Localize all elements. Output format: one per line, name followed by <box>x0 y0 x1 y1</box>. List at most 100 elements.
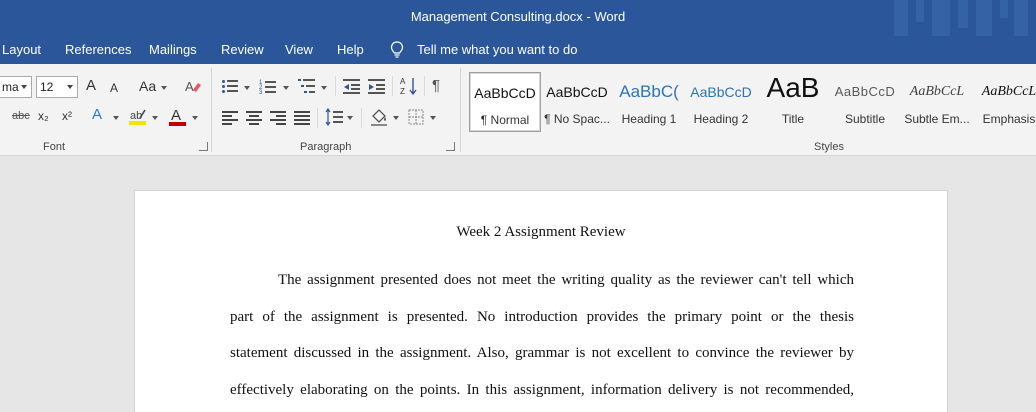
ribbon-tabs: Layout References Mailings Review View H… <box>0 36 1036 64</box>
style-name: Subtle Em... <box>904 112 970 126</box>
font-size-value: 12 <box>40 80 54 94</box>
bullets-icon[interactable] <box>222 79 238 93</box>
align-center-icon[interactable] <box>246 110 262 125</box>
align-left-icon[interactable] <box>222 110 238 125</box>
paragraph-dialog-launcher-icon[interactable] <box>446 142 455 151</box>
change-case-button[interactable]: Aa <box>139 76 156 98</box>
shading-icon[interactable] <box>370 107 388 127</box>
decrease-indent-icon[interactable] <box>343 78 361 94</box>
align-right-icon[interactable] <box>270 110 286 125</box>
font-name-value: ma <box>2 80 19 94</box>
separator <box>392 76 393 96</box>
show-formatting-marks-button[interactable]: ¶ <box>432 76 440 98</box>
tab-references[interactable]: References <box>65 42 131 57</box>
title-bar: Management Consulting.docx - Word <box>0 0 1036 36</box>
style-name: Emphasis <box>982 112 1036 126</box>
chevron-down-icon[interactable] <box>67 85 73 89</box>
chevron-down-icon[interactable] <box>393 116 399 120</box>
style-title[interactable]: AaB Title <box>757 72 829 132</box>
paragraph-line: part of the assignment is presented. No … <box>230 309 854 325</box>
svg-text:Z: Z <box>400 87 405 96</box>
title-bar-decoration <box>886 0 1036 36</box>
document-title: Week 2 Assignment Review <box>456 224 626 240</box>
numbering-icon[interactable]: 1 2 3 <box>259 78 277 94</box>
font-color-icon[interactable]: A <box>168 106 188 128</box>
paragraph-line: effectively elaborating on the points. I… <box>230 382 854 398</box>
font-size-combo[interactable]: 12 <box>36 76 78 98</box>
separator <box>335 76 336 96</box>
style-normal[interactable]: AaBbCcD ¶ Normal <box>469 72 541 132</box>
multilevel-list-icon[interactable] <box>298 78 316 94</box>
style-sample: AaBbC( <box>619 82 679 101</box>
clear-formatting-icon[interactable]: A <box>184 78 202 94</box>
style-name: Subtitle <box>844 112 886 126</box>
chevron-down-icon[interactable] <box>283 86 289 90</box>
borders-icon[interactable] <box>408 109 424 125</box>
tab-review[interactable]: Review <box>221 42 264 57</box>
chevron-down-icon[interactable] <box>244 86 250 90</box>
sort-icon[interactable]: A Z <box>400 76 418 96</box>
font-dialog-launcher-icon[interactable] <box>199 142 208 151</box>
svg-text:A: A <box>185 79 194 94</box>
justify-icon[interactable] <box>294 110 310 125</box>
document-area: Week 2 Assignment Review The assignment … <box>0 157 1036 412</box>
chevron-down-icon[interactable] <box>152 116 158 120</box>
style-name: ¶ Normal <box>480 113 530 127</box>
svg-text:A: A <box>171 107 181 124</box>
chevron-down-icon[interactable] <box>113 116 119 120</box>
separator <box>361 108 362 128</box>
tab-layout[interactable]: Layout <box>2 42 41 57</box>
group-separator <box>460 68 461 152</box>
styles-group-label: Styles <box>814 141 844 153</box>
tab-help[interactable]: Help <box>337 42 364 57</box>
separator <box>317 108 318 128</box>
chevron-down-icon[interactable] <box>430 116 436 120</box>
font-name-combo[interactable]: ma <box>0 76 32 98</box>
tab-view[interactable]: View <box>285 42 313 57</box>
tell-me-search[interactable]: Tell me what you want to do <box>417 42 577 57</box>
document-page[interactable]: Week 2 Assignment Review The assignment … <box>134 190 948 412</box>
paragraph-line: statement discussed in the assignment. A… <box>230 345 854 361</box>
svg-text:3: 3 <box>259 90 263 94</box>
ribbon: ma 12 A A Aa A abc x₂ x² A ab A Font 1 2… <box>0 64 1036 192</box>
style-sample: AaBbCcL <box>981 84 1036 99</box>
shrink-font-button[interactable]: A <box>110 78 118 100</box>
style-sample: AaBbCcL <box>909 84 965 99</box>
style-name: Heading 2 <box>693 112 749 126</box>
style-emphasis[interactable]: AaBbCcL Emphasis <box>973 72 1036 132</box>
grow-font-button[interactable]: A <box>86 76 96 98</box>
font-group-label: Font <box>43 141 66 153</box>
lightbulb-icon[interactable] <box>390 41 404 59</box>
paragraph-line: The assignment presented does not meet t… <box>278 272 854 288</box>
paragraph-group-label: Paragraph <box>300 141 352 153</box>
strikethrough-button[interactable]: abc <box>12 106 30 128</box>
tab-mailings[interactable]: Mailings <box>149 42 197 57</box>
chevron-down-icon[interactable] <box>321 86 327 90</box>
subscript-button[interactable]: x₂ <box>38 106 49 128</box>
text-effects-button[interactable]: A <box>92 105 102 127</box>
chevron-down-icon[interactable] <box>161 86 167 90</box>
increase-indent-icon[interactable] <box>368 78 386 94</box>
style-heading-2[interactable]: AaBbCcD Heading 2 <box>685 72 757 132</box>
style-name: ¶ No Spac... <box>544 112 610 126</box>
chevron-down-icon[interactable] <box>192 116 198 120</box>
separator <box>424 76 425 96</box>
superscript-button[interactable]: x² <box>62 106 72 128</box>
chevron-down-icon[interactable] <box>21 85 27 89</box>
style-subtle-emphasis[interactable]: AaBbCcL Subtle Em... <box>901 72 973 132</box>
svg-text:A: A <box>400 77 406 86</box>
style-subtitle[interactable]: AaBbCcD Subtitle <box>829 72 901 132</box>
style-sample: AaBbCcD <box>546 84 608 100</box>
highlight-color-icon[interactable]: ab <box>128 107 148 127</box>
style-sample: AaB <box>766 72 820 103</box>
style-heading-1[interactable]: AaBbC( Heading 1 <box>613 72 685 132</box>
style-no-spacing[interactable]: AaBbCcD ¶ No Spac... <box>541 72 613 132</box>
line-spacing-icon[interactable] <box>325 108 343 126</box>
group-separator <box>211 68 212 152</box>
style-sample: AaBbCcD <box>474 85 536 101</box>
chevron-down-icon[interactable] <box>347 116 353 120</box>
style-name: Heading 1 <box>621 112 677 126</box>
style-name: Title <box>781 112 805 126</box>
window-title: Management Consulting.docx - Word <box>410 9 626 24</box>
style-sample: AaBbCcD <box>690 84 752 100</box>
